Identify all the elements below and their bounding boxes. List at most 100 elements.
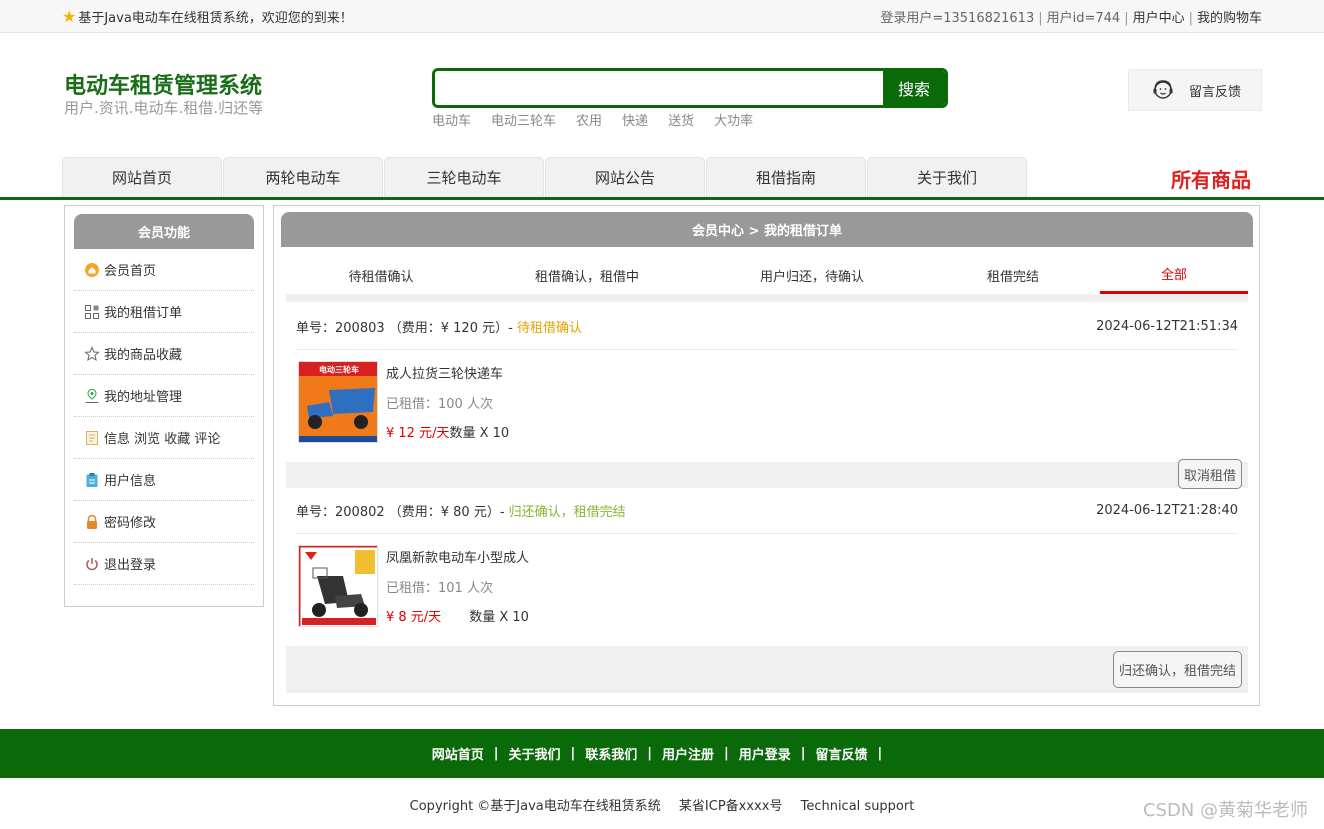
nav-tab-about[interactable]: 关于我们: [867, 157, 1027, 197]
cancel-rental-button[interactable]: 取消租借: [1178, 459, 1242, 489]
csdn-watermark: CSDN @黄菊华老师: [1142, 800, 1308, 821]
feedback-label: 留言反馈: [1189, 84, 1242, 100]
sidebar-item-label: 信息 浏览 收藏 评论: [104, 432, 221, 447]
user-id-text: 用户id=744: [1046, 11, 1121, 26]
top-bar: ★ 基于Java电动车在线租赁系统，欢迎您的到来！ 登录用户=135168216…: [0, 0, 1324, 33]
all-goods-link[interactable]: 所有商品: [1171, 164, 1251, 193]
welcome-text: 基于Java电动车在线租赁系统，欢迎您的到来！: [78, 11, 353, 26]
feedback-button[interactable]: 留言反馈: [1128, 69, 1262, 111]
sidebar-title: 会员功能: [74, 214, 254, 249]
sidebar-item-address[interactable]: 我的地址管理: [74, 375, 254, 417]
order-footer: [286, 646, 1248, 693]
login-user-text: 登录用户=13516821613: [880, 11, 1035, 26]
footer-link-about[interactable]: 关于我们: [508, 744, 560, 763]
sidebar-item-label: 我的租借订单: [104, 306, 183, 321]
order-item: 电动三轮车 成人拉货三轮快递车 已租借：100 人次 ¥ 12 元/天数量 X …: [296, 351, 1238, 463]
product-name[interactable]: 成人拉货三轮快递车: [386, 363, 503, 382]
footer-link-feedback[interactable]: 留言反馈: [816, 744, 868, 763]
icp-text: 某省ICP备xxxx号: [678, 799, 783, 814]
copyright-text: Copyright ©基于Java电动车在线租赁系统: [409, 799, 661, 814]
user-center-link[interactable]: 用户中心: [1133, 11, 1185, 26]
sidebar-item-info[interactable]: 信息 浏览 收藏 评论: [74, 417, 254, 459]
star-icon: ★: [62, 7, 77, 26]
clipboard-icon: [84, 472, 100, 488]
orders-panel: 会员中心 > 我的租借订单 待租借确认 租借确认，租借中 用户归还，待确认 租借…: [273, 205, 1260, 706]
product-image[interactable]: 电动三轮车: [298, 361, 378, 443]
svg-text:电动三轮车: 电动三轮车: [319, 365, 359, 375]
order-item: 凤凰新款电动车小型成人 已租借：101 人次 ¥ 8 元/天 数量 X 10: [296, 535, 1238, 647]
main-nav: 网站首页 两轮电动车 三轮电动车 网站公告 租借指南 关于我们: [62, 157, 1027, 197]
tab-returned[interactable]: 用户归还，待确认: [698, 256, 926, 294]
rent-count: 已租借：100 人次: [386, 397, 493, 412]
product-price: ¥ 8 元/天: [386, 610, 442, 625]
sidebar-item-label: 用户信息: [104, 474, 157, 489]
sidebar-item-label: 我的商品收藏: [104, 348, 183, 363]
hot-word-link[interactable]: 农用: [576, 110, 602, 129]
order-footer: [286, 462, 1248, 488]
order-status: 归还确认，租借完结: [508, 505, 626, 520]
support-text: Technical support: [800, 799, 915, 814]
customer-service-icon: [1153, 80, 1173, 99]
tab-pending[interactable]: 待租借确认: [286, 256, 476, 294]
footer-link-login[interactable]: 用户登录: [739, 744, 791, 763]
welcome-message: ★ 基于Java电动车在线租赁系统，欢迎您的到来！: [62, 7, 353, 26]
star-icon: [84, 345, 100, 362]
tab-renting[interactable]: 租借确认，租借中: [476, 256, 698, 294]
divider-strip: [286, 294, 1248, 302]
sidebar-item-favorites[interactable]: 我的商品收藏: [74, 333, 254, 375]
nav-tab-home[interactable]: 网站首页: [62, 157, 222, 197]
nav-tab-guide[interactable]: 租借指南: [706, 157, 866, 197]
return-confirmed-button[interactable]: 归还确认，租借完结: [1113, 651, 1242, 688]
sidebar-item-logout[interactable]: 退出登录: [74, 543, 254, 585]
sidebar-item-label: 密码修改: [104, 516, 157, 531]
power-icon: [84, 556, 100, 572]
hot-word-link[interactable]: 快递: [622, 110, 648, 129]
footer-nav: 网站首页 | 关于我们 | 联系我们 | 用户注册 | 用户登录 | 留言反馈 |: [0, 729, 1324, 778]
site-title[interactable]: 电动车租赁管理系统: [64, 68, 262, 100]
order-number: 单号：200802 （费用：¥ 80 元）-: [296, 505, 505, 520]
rent-count: 已租借：101 人次: [386, 581, 493, 596]
sidebar-item-user-info[interactable]: 用户信息: [74, 459, 254, 501]
site-subtitle: 用户.资讯.电动车.租借.归还等: [64, 99, 264, 117]
hot-search-words: 电动车 电动三轮车 农用 快递 送货 大功率: [432, 110, 753, 129]
sidebar-item-label: 我的地址管理: [104, 390, 183, 405]
product-name[interactable]: 凤凰新款电动车小型成人: [386, 547, 529, 566]
product-image[interactable]: [298, 545, 378, 627]
order-header: 单号：200803 （费用：¥ 120 元）- 待租借确认 2024-06-12…: [296, 304, 1238, 350]
hot-word-link[interactable]: 送货: [668, 110, 694, 129]
member-sidebar: 会员功能 会员首页 我的租借订单 我的商品收藏 我的地址管理 信息 浏览 收藏 …: [64, 205, 264, 607]
my-cart-link[interactable]: 我的购物车: [1197, 11, 1262, 26]
footer-link-home[interactable]: 网站首页: [432, 744, 484, 763]
search-bar: 搜索: [432, 68, 948, 108]
hot-word-link[interactable]: 电动车: [432, 110, 471, 129]
tab-all[interactable]: 全部: [1100, 256, 1248, 294]
sidebar-item-member-home[interactable]: 会员首页: [74, 249, 254, 291]
location-icon: [84, 388, 100, 404]
nav-tab-notice[interactable]: 网站公告: [545, 157, 705, 197]
document-icon: [84, 430, 100, 446]
orders-icon: [84, 304, 100, 320]
order-status-tabs: 待租借确认 租借确认，租借中 用户归还，待确认 租借完结 全部: [286, 256, 1248, 294]
footer-link-contact[interactable]: 联系我们: [585, 744, 637, 763]
hot-word-link[interactable]: 电动三轮车: [491, 110, 556, 129]
nav-tab-three-wheel[interactable]: 三轮电动车: [384, 157, 544, 197]
hot-word-link[interactable]: 大功率: [714, 110, 753, 129]
search-input[interactable]: [435, 71, 883, 105]
sidebar-item-label: 退出登录: [104, 558, 157, 573]
product-quantity: 数量 X 10: [469, 610, 529, 625]
order-header: 单号：200802 （费用：¥ 80 元）- 归还确认，租借完结 2024-06…: [296, 488, 1238, 534]
footer-link-register[interactable]: 用户注册: [662, 744, 714, 763]
home-icon: [84, 262, 100, 278]
tab-completed[interactable]: 租借完结: [926, 256, 1100, 294]
sidebar-item-password[interactable]: 密码修改: [74, 501, 254, 543]
product-price: ¥ 12 元/天: [386, 426, 450, 441]
copyright-bar: Copyright ©基于Java电动车在线租赁系统 某省ICP备xxxx号 T…: [0, 795, 1324, 814]
sidebar-item-orders[interactable]: 我的租借订单: [74, 291, 254, 333]
order-time: 2024-06-12T21:28:40: [1096, 503, 1238, 518]
order-number: 单号：200803 （费用：¥ 120 元）-: [296, 321, 513, 336]
breadcrumb: 会员中心 > 我的租借订单: [281, 212, 1253, 247]
nav-divider: [0, 197, 1324, 200]
search-button[interactable]: 搜索: [883, 71, 945, 105]
nav-tab-two-wheel[interactable]: 两轮电动车: [223, 157, 383, 197]
sidebar-item-label: 会员首页: [104, 264, 157, 279]
